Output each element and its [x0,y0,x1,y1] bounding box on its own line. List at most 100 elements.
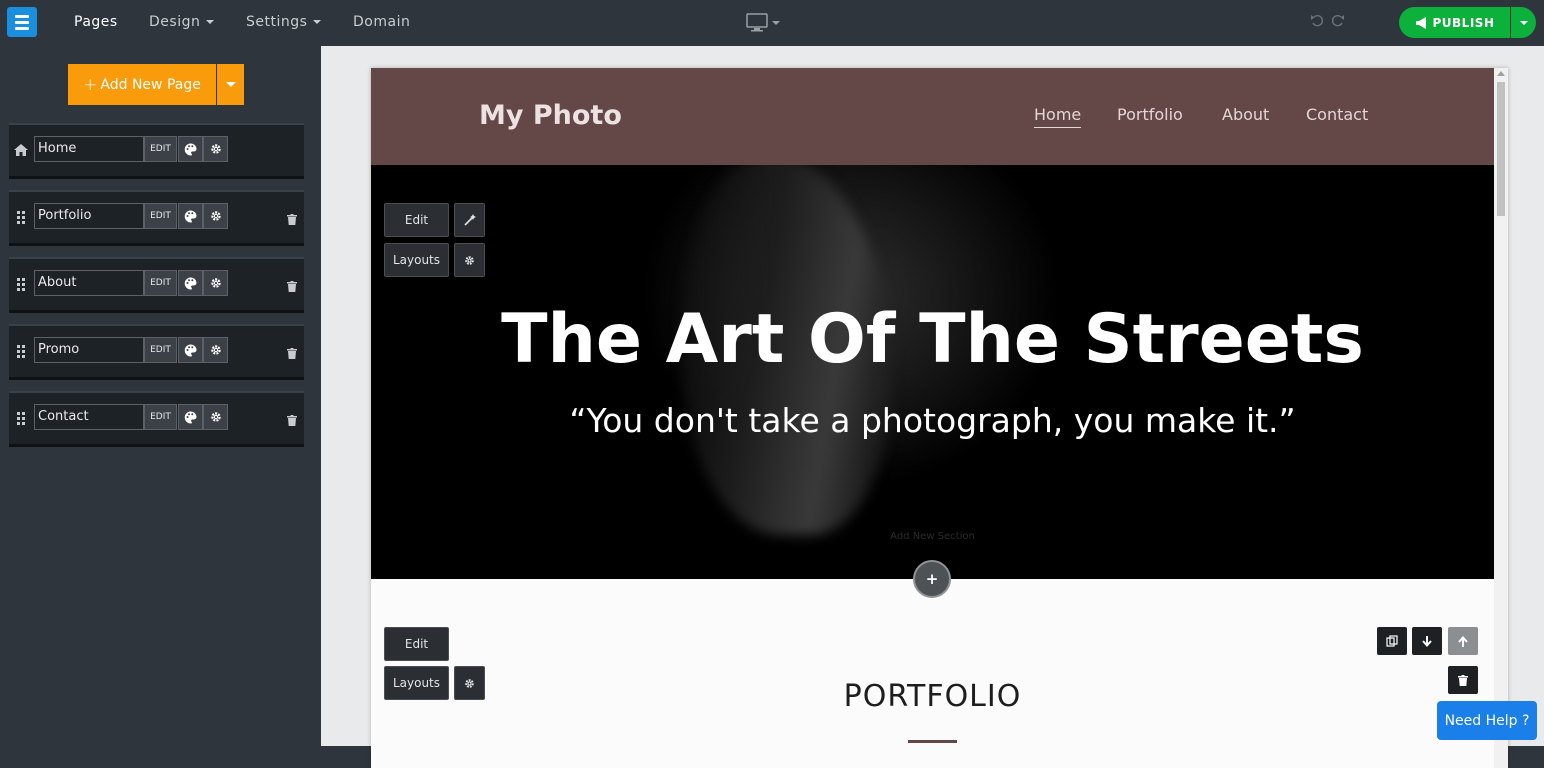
edit-page-button[interactable]: EDIT [144,337,177,363]
hero-title: The Art Of The Streets [501,300,1364,379]
page-name-input[interactable]: Portfolio [34,203,144,229]
top-bar: Pages Design Settings Domain PUBLISH [0,0,1544,46]
site-nav-portfolio[interactable]: Portfolio [1117,105,1183,124]
arrow-down-icon [1422,635,1432,647]
title-divider [908,740,957,743]
preview-canvas: My Photo Home Portfolio About Contact Th… [321,46,1544,768]
page-row-portfolio: Portfolio EDIT [9,190,304,246]
plus-icon: + [925,570,939,588]
palette-icon [184,344,197,357]
move-section-up-button[interactable] [1448,627,1478,655]
desktop-icon [746,13,780,32]
undo-icon[interactable] [1310,14,1324,32]
page-design-button[interactable] [178,337,203,363]
page-design-button[interactable] [178,136,203,162]
portfolio-section: Edit Layouts PORTFOLIO [371,579,1494,768]
page-name-input[interactable]: Home [34,136,144,162]
chevron-down-icon [313,20,322,24]
section-settings-button[interactable] [454,243,485,277]
page-settings-button[interactable] [203,136,228,162]
nav-domain[interactable]: Domain [353,14,410,30]
palette-icon [184,210,197,223]
nav-settings[interactable]: Settings [246,14,322,30]
edit-page-button[interactable]: EDIT [144,136,177,162]
add-page-options-button[interactable] [217,64,244,105]
need-help-button[interactable]: Need Help ? [1437,701,1537,740]
page-name-input[interactable]: About [34,270,144,296]
edit-page-button[interactable]: EDIT [144,404,177,430]
add-new-section-label: Add New Section [890,531,975,542]
page-settings-button[interactable] [203,203,228,229]
trash-icon[interactable] [287,344,297,363]
trash-icon[interactable] [287,411,297,430]
hero-subtitle: “You don't take a photograph, you make i… [569,401,1296,440]
site-title[interactable]: My Photo [479,100,622,131]
page-design-button[interactable] [178,270,203,296]
redo-icon[interactable] [1331,14,1345,32]
nav-design[interactable]: Design [149,14,215,30]
nav-settings-label: Settings [246,14,308,30]
site-preview-frame: My Photo Home Portfolio About Contact Th… [371,68,1508,768]
publish-button[interactable]: PUBLISH [1399,7,1510,38]
hero-section: The Art Of The Streets “You don't take a… [371,165,1494,579]
site-nav-about[interactable]: About [1222,105,1269,124]
chevron-down-icon [206,20,215,24]
gear-icon [210,278,221,288]
publish-options-button[interactable] [1511,7,1536,38]
chevron-down-icon [1519,20,1528,25]
page-design-button[interactable] [178,404,203,430]
chevron-down-icon [225,82,236,87]
gear-icon [465,255,474,265]
pages-sidebar: + Add New Page Home EDIT Portfolio EDIT [0,46,321,746]
page-row-promo: Promo EDIT [9,324,304,380]
nav-design-label: Design [149,14,201,30]
gear-icon [210,144,221,154]
add-new-page-button[interactable]: + Add New Page [68,64,216,105]
page-name-input[interactable]: Contact [34,404,144,430]
portfolio-title: PORTFOLIO [843,679,1022,714]
move-section-down-button[interactable] [1412,627,1442,655]
trash-icon[interactable] [287,277,297,296]
publish-label: PUBLISH [1432,15,1495,30]
drag-handle-icon[interactable] [17,211,26,224]
nav-pages[interactable]: Pages [74,14,118,30]
site-header: My Photo Home Portfolio About Contact [371,68,1494,165]
page-settings-button[interactable] [203,270,228,296]
section-layouts-button[interactable]: Layouts [384,243,449,277]
app-logo-icon[interactable] [7,7,37,37]
gear-icon [210,412,221,422]
page-design-button[interactable] [178,203,203,229]
page-row-home: Home EDIT [9,123,304,179]
page-settings-button[interactable] [203,404,228,430]
edit-page-button[interactable]: EDIT [144,270,177,296]
add-section-button[interactable]: + [913,560,951,598]
duplicate-section-button[interactable] [1377,627,1407,655]
preview-scrollbar[interactable] [1494,68,1508,768]
palette-icon [184,411,197,424]
palette-icon [184,277,197,290]
drag-handle-icon[interactable] [17,278,26,291]
page-row-about: About EDIT [9,257,304,313]
page-settings-button[interactable] [203,337,228,363]
arrow-up-icon [1458,635,1468,647]
site-nav-home[interactable]: Home [1034,105,1082,128]
page-row-contact: Contact EDIT [9,391,304,447]
megaphone-icon [1415,16,1426,29]
scroll-up-icon[interactable] [1497,71,1505,76]
drag-handle-icon[interactable] [17,412,26,425]
section-edit-button[interactable]: Edit [384,627,449,661]
copy-icon [1386,635,1398,647]
palette-icon [184,143,197,156]
edit-page-button[interactable]: EDIT [144,203,177,229]
home-icon [14,141,28,160]
magic-wand-button[interactable] [454,203,485,237]
trash-icon[interactable] [287,210,297,229]
drag-handle-icon[interactable] [17,345,26,358]
device-preview-toggle[interactable] [746,13,782,37]
page-name-input[interactable]: Promo [34,337,144,363]
site-nav-contact[interactable]: Contact [1306,105,1368,124]
gear-icon [210,345,221,355]
section-edit-button[interactable]: Edit [384,203,449,237]
scroll-thumb[interactable] [1497,82,1505,216]
gear-icon [210,211,221,221]
